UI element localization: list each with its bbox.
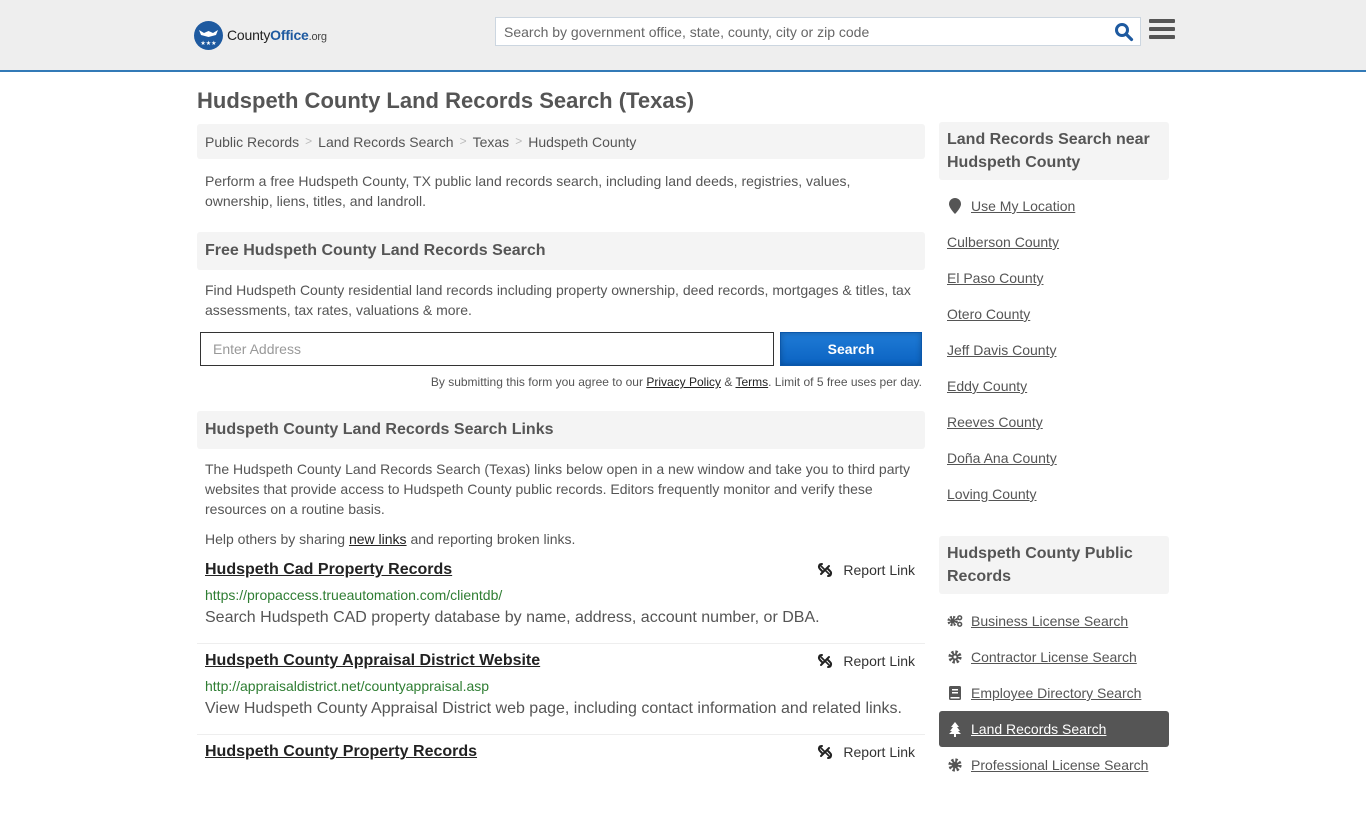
breadcrumb-current: Hudspeth County	[528, 134, 637, 150]
help-text: Help others by sharing new links and rep…	[205, 531, 576, 547]
gear-icon	[947, 757, 963, 773]
sidebar-public-records: Hudspeth County Public Records Business …	[939, 536, 1169, 783]
nearby-county-item[interactable]: Jeff Davis County	[939, 332, 1169, 368]
nearby-county-item[interactable]: Culberson County	[939, 224, 1169, 260]
report-link-button[interactable]: Report Link	[817, 744, 915, 760]
search-links-heading: Hudspeth County Land Records Search Link…	[197, 411, 925, 449]
book-icon	[947, 685, 963, 701]
nearby-county-link[interactable]: El Paso County	[947, 260, 1044, 296]
main-content: Public Records > Land Records Search > T…	[197, 124, 925, 760]
search-icon[interactable]	[1114, 22, 1134, 42]
free-search-section: Free Hudspeth County Land Records Search…	[197, 232, 925, 389]
free-search-description: Find Hudspeth County residential land re…	[205, 282, 911, 318]
breadcrumb-texas[interactable]: Texas	[473, 134, 510, 150]
resource-link-item: Hudspeth County Appraisal District Websi…	[197, 644, 925, 735]
nearby-county-link[interactable]: Eddy County	[947, 368, 1027, 404]
breadcrumb-separator: >	[459, 134, 467, 148]
sidebar-item-business-license[interactable]: Business License Search	[939, 603, 1169, 639]
report-link-button[interactable]: Report Link	[817, 653, 915, 669]
nearby-county-link[interactable]: Reeves County	[947, 404, 1043, 440]
search-links-section: Hudspeth County Land Records Search Link…	[197, 411, 925, 760]
resource-link-url: http://appraisaldistrict.net/countyappra…	[205, 678, 490, 694]
nearby-county-link[interactable]: Doña Ana County	[947, 440, 1057, 476]
nearby-county-item[interactable]: Reeves County	[939, 404, 1169, 440]
address-search-button[interactable]: Search	[780, 332, 922, 366]
resource-link-description: View Hudspeth County Appraisal District …	[205, 700, 902, 717]
nearby-county-item[interactable]: Otero County	[939, 296, 1169, 332]
terms-link[interactable]: Terms	[735, 375, 768, 389]
breadcrumb: Public Records > Land Records Search > T…	[197, 124, 925, 159]
form-disclaimer: By submitting this form you agree to our…	[430, 375, 922, 389]
use-my-location-item[interactable]: Use My Location	[939, 188, 1169, 224]
tree-icon	[947, 721, 963, 737]
breadcrumb-public-records[interactable]: Public Records	[205, 134, 299, 150]
map-marker-icon	[947, 198, 963, 214]
gears-icon	[947, 613, 963, 629]
gear-icon	[947, 649, 963, 665]
public-records-heading: Hudspeth County Public Records	[939, 536, 1169, 594]
broken-link-icon	[818, 563, 833, 577]
sidebar-item-land-records[interactable]: Land Records Search	[939, 711, 1169, 747]
use-my-location-link[interactable]: Use My Location	[971, 188, 1075, 224]
broken-link-icon	[818, 745, 833, 759]
intro-text: Perform a free Hudspeth County, TX publi…	[205, 173, 851, 209]
nearby-heading: Land Records Search near Hudspeth County	[939, 122, 1169, 180]
nearby-list: Use My Location Culberson County El Paso…	[939, 188, 1169, 512]
search-links-description: The Hudspeth County Land Records Search …	[205, 461, 911, 517]
nearby-county-link[interactable]: Otero County	[947, 296, 1030, 332]
nearby-county-item[interactable]: Loving County	[939, 476, 1169, 512]
nearby-county-item[interactable]: Eddy County	[939, 368, 1169, 404]
new-links-link[interactable]: new links	[349, 531, 407, 547]
broken-link-icon	[818, 654, 833, 668]
nearby-county-item[interactable]: El Paso County	[939, 260, 1169, 296]
privacy-policy-link[interactable]: Privacy Policy	[646, 375, 721, 389]
logo-text: CountyOffice.org	[227, 27, 327, 43]
breadcrumb-separator: >	[515, 134, 523, 148]
breadcrumb-land-records-search[interactable]: Land Records Search	[318, 134, 453, 150]
sidebar-item-employee-directory[interactable]: Employee Directory Search	[939, 675, 1169, 711]
site-search-input[interactable]	[496, 18, 1106, 45]
top-navbar: ★★★ CountyOffice.org	[0, 0, 1366, 72]
nearby-county-link[interactable]: Jeff Davis County	[947, 332, 1056, 368]
site-search-box	[495, 17, 1141, 46]
site-logo[interactable]: ★★★ CountyOffice.org	[194, 20, 327, 50]
address-input[interactable]	[200, 332, 774, 366]
resource-link-title[interactable]: Hudspeth County Appraisal District Websi…	[205, 652, 540, 670]
address-search-form: Search	[200, 332, 922, 366]
sidebar-item-contractor-license[interactable]: Contractor License Search	[939, 639, 1169, 675]
free-search-heading: Free Hudspeth County Land Records Search	[197, 232, 925, 270]
page-title: Hudspeth County Land Records Search (Tex…	[197, 88, 695, 113]
resource-link-url: https://propaccess.trueautomation.com/cl…	[205, 587, 503, 603]
nearby-county-link[interactable]: Loving County	[947, 476, 1037, 512]
sidebar-item-professional-license[interactable]: Professional License Search	[939, 747, 1169, 783]
eagle-logo-icon: ★★★	[194, 20, 223, 50]
report-link-button[interactable]: Report Link	[817, 562, 915, 578]
resource-link-title[interactable]: Hudspeth County Property Records	[205, 743, 477, 761]
breadcrumb-separator: >	[305, 134, 313, 148]
sidebar-nearby: Land Records Search near Hudspeth County…	[939, 122, 1169, 512]
svg-text:★★★: ★★★	[200, 40, 216, 47]
hamburger-menu-icon[interactable]	[1149, 19, 1175, 43]
nearby-county-link[interactable]: Culberson County	[947, 224, 1059, 260]
public-records-list: Business License Search Contractor Licen…	[939, 603, 1169, 783]
resource-link-item: Hudspeth Cad Property Records https://pr…	[197, 553, 925, 644]
resource-link-description: Search Hudspeth CAD property database by…	[205, 609, 820, 626]
resource-link-item: Hudspeth County Property Records Report …	[197, 735, 925, 826]
resource-link-title[interactable]: Hudspeth Cad Property Records	[205, 561, 452, 579]
nearby-county-item[interactable]: Doña Ana County	[939, 440, 1169, 476]
